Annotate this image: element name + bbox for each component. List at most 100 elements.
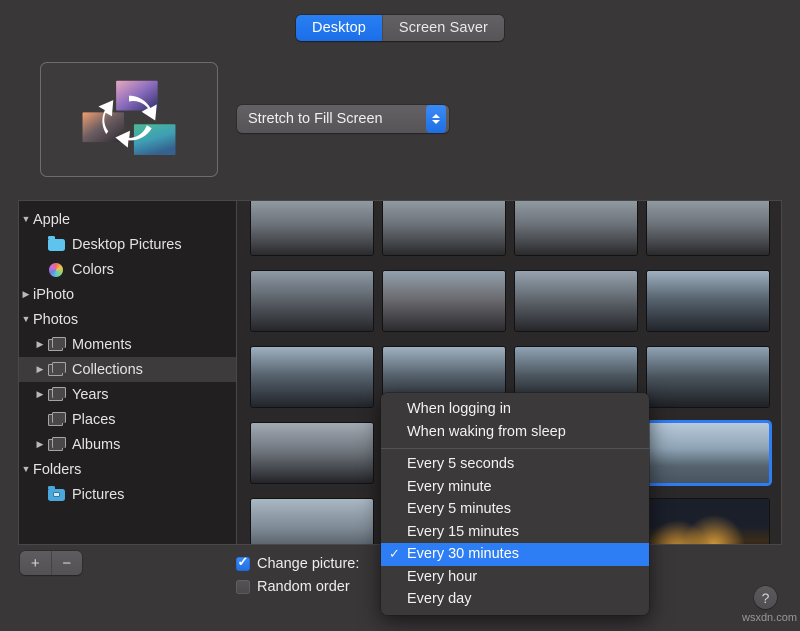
desktop-options: Change picture: Random order	[236, 552, 359, 598]
random-order-row[interactable]: Random order	[236, 575, 359, 598]
change-picture-interval-menu[interactable]: When logging in When waking from sleep E…	[381, 393, 649, 615]
photo-stack-icon	[47, 437, 66, 453]
sidebar-item-years[interactable]: ▶ Years	[19, 382, 236, 407]
menu-item-every-5-seconds[interactable]: Every 5 seconds	[381, 453, 649, 476]
thumbnail-image	[251, 347, 373, 407]
disclosure-triangle-expanded-icon[interactable]: ▼	[19, 215, 33, 224]
fill-mode-value: Stretch to Fill Screen	[237, 111, 426, 127]
sidebar-item-label: Folders	[33, 462, 81, 478]
menu-item-every-5-minutes[interactable]: Every 5 minutes	[381, 498, 649, 521]
menu-item-label: Every minute	[407, 479, 492, 495]
thumbnail-image	[647, 499, 769, 544]
rotating-wallpaper-preview-icon	[41, 63, 217, 177]
remove-source-button[interactable]: −	[52, 551, 83, 575]
help-button[interactable]: ?	[754, 586, 777, 609]
segmented-control[interactable]: Desktop Screen Saver	[296, 15, 504, 41]
thumbnail-image	[251, 201, 373, 255]
add-source-button[interactable]: +	[20, 551, 52, 575]
sidebar-item-label: Collections	[72, 362, 143, 378]
sidebar-item-apple[interactable]: ▼ Apple	[19, 207, 236, 232]
disclosure-triangle-collapsed-icon[interactable]: ▶	[33, 440, 47, 449]
sidebar-item-desktop-pictures[interactable]: ▶ Desktop Pictures	[19, 232, 236, 257]
thumb-woman-road-1[interactable]	[251, 347, 373, 407]
menu-item-every-15-minutes[interactable]: Every 15 minutes	[381, 521, 649, 544]
thumb-clipped-4[interactable]	[647, 201, 769, 255]
menu-separator	[381, 448, 649, 449]
add-remove-source-buttons[interactable]: + −	[20, 551, 82, 575]
change-picture-checkbox[interactable]	[236, 557, 250, 571]
sidebar-item-pictures[interactable]: ▶ Pictures	[19, 482, 236, 507]
thumbnail-image	[647, 347, 769, 407]
thumbnail-image	[647, 423, 769, 483]
folder-blue-icon	[47, 237, 66, 253]
checkmark-icon: ✓	[389, 546, 407, 562]
up-down-chevron-icon[interactable]	[426, 105, 446, 133]
sidebar-item-colors[interactable]: ▶ Colors	[19, 257, 236, 282]
menu-item-label: Every hour	[407, 569, 477, 585]
disclosure-triangle-collapsed-icon[interactable]: ▶	[33, 340, 47, 349]
menu-item-label: Every 5 seconds	[407, 456, 514, 472]
desktop-preview-well[interactable]	[40, 62, 218, 177]
disclosure-spacer: ▶	[33, 490, 47, 499]
disclosure-triangle-collapsed-icon[interactable]: ▶	[33, 365, 47, 374]
tab-desktop[interactable]: Desktop	[296, 15, 383, 41]
thumb-city-overlook-1[interactable]	[251, 423, 373, 483]
thumb-clipped-2[interactable]	[383, 201, 505, 255]
menu-item-when-logging-in[interactable]: When logging in	[381, 398, 649, 421]
watermark-text: wsxdn.com	[742, 612, 797, 624]
color-wheel-icon	[47, 262, 66, 278]
sidebar-item-label: Places	[72, 412, 116, 428]
disclosure-spacer: ▶	[33, 265, 47, 274]
thumb-couple-orange[interactable]	[383, 271, 505, 331]
menu-item-label: Every 5 minutes	[407, 501, 511, 517]
menu-item-every-hour[interactable]: Every hour	[381, 566, 649, 589]
disclosure-triangle-collapsed-icon[interactable]: ▶	[19, 290, 33, 299]
thumbnail-image	[251, 423, 373, 483]
thumbnail-image	[251, 271, 373, 331]
menu-item-label: When waking from sleep	[407, 424, 566, 440]
change-picture-row[interactable]: Change picture:	[236, 552, 359, 575]
photo-stack-icon	[47, 412, 66, 428]
tab-screen-saver[interactable]: Screen Saver	[383, 15, 504, 41]
menu-item-every-minute[interactable]: Every minute	[381, 476, 649, 499]
thumb-woman-seawall[interactable]	[251, 271, 373, 331]
sidebar-item-label: Desktop Pictures	[72, 237, 182, 253]
tab-bar: Desktop Screen Saver	[0, 15, 800, 41]
sidebar-item-albums[interactable]: ▶ Albums	[19, 432, 236, 457]
random-order-checkbox[interactable]	[236, 580, 250, 594]
sidebar-item-places[interactable]: ▶ Places	[19, 407, 236, 432]
disclosure-triangle-expanded-icon[interactable]: ▼	[19, 315, 33, 324]
thumbnail-image	[647, 201, 769, 255]
menu-item-label: Every day	[407, 591, 471, 607]
source-list-sidebar[interactable]: ▼ Apple ▶ Desktop Pictures ▶ Colors ▶ iP…	[19, 201, 237, 544]
menu-item-every-day[interactable]: Every day	[381, 588, 649, 611]
thumb-harbor-daylight[interactable]	[251, 499, 373, 544]
thumb-bay-aerial[interactable]	[647, 423, 769, 483]
random-order-label: Random order	[257, 579, 350, 595]
thumb-clipped-3[interactable]	[515, 201, 637, 255]
sidebar-item-label: iPhoto	[33, 287, 74, 303]
thumb-empty-road-2[interactable]	[647, 347, 769, 407]
disclosure-triangle-expanded-icon[interactable]: ▼	[19, 465, 33, 474]
menu-item-every-30-minutes[interactable]: ✓ Every 30 minutes	[381, 543, 649, 566]
thumb-two-women-seawall[interactable]	[515, 271, 637, 331]
thumb-clipped-1[interactable]	[251, 201, 373, 255]
thumbnail-image	[515, 201, 637, 255]
thumbnail-image	[383, 201, 505, 255]
menu-item-when-waking-from-sleep[interactable]: When waking from sleep	[381, 421, 649, 444]
sidebar-item-label: Pictures	[72, 487, 124, 503]
fill-mode-popup-button[interactable]: Stretch to Fill Screen	[237, 105, 449, 133]
sidebar-item-moments[interactable]: ▶ Moments	[19, 332, 236, 357]
photo-stack-icon	[47, 387, 66, 403]
disclosure-spacer: ▶	[33, 415, 47, 424]
thumb-city-night[interactable]	[647, 499, 769, 544]
sidebar-item-iphoto[interactable]: ▶ iPhoto	[19, 282, 236, 307]
menu-item-label: When logging in	[407, 401, 511, 417]
sidebar-item-label: Apple	[33, 212, 70, 228]
sidebar-item-folders[interactable]: ▼ Folders	[19, 457, 236, 482]
sidebar-item-photos[interactable]: ▼ Photos	[19, 307, 236, 332]
thumb-woman-lamppost[interactable]	[647, 271, 769, 331]
disclosure-triangle-collapsed-icon[interactable]: ▶	[33, 390, 47, 399]
sidebar-item-label: Albums	[72, 437, 120, 453]
sidebar-item-collections[interactable]: ▶ Collections	[19, 357, 236, 382]
